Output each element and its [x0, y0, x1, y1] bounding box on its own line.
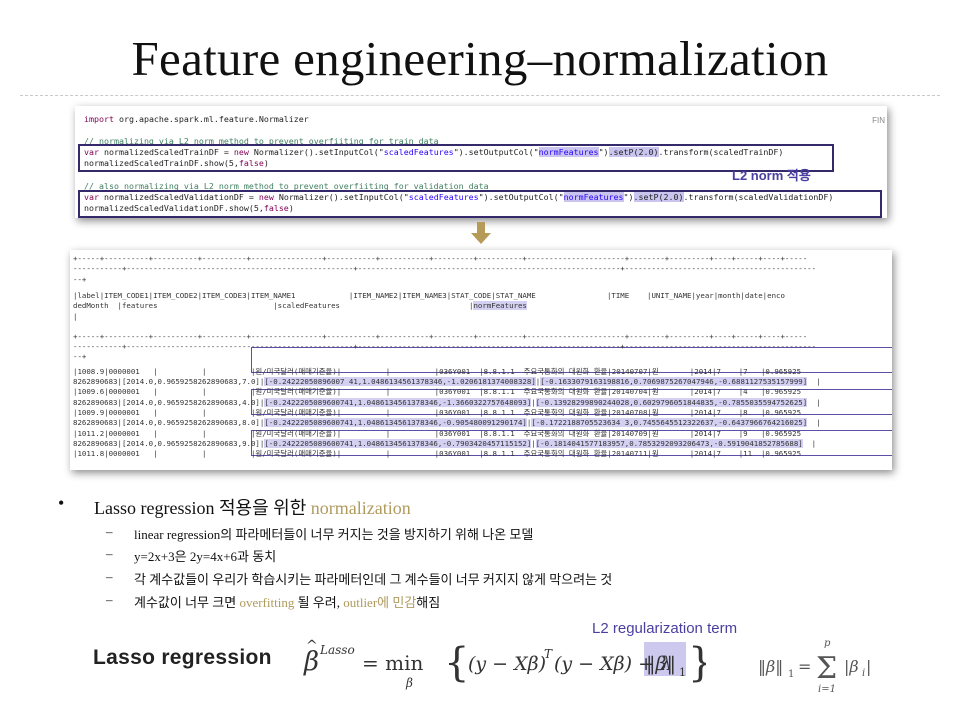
svg-text:=: = [798, 657, 811, 676]
svg-text:i: i [862, 668, 865, 679]
table-output-line: 8262890683|[2014.0,0.9659258262890683,8.… [73, 418, 821, 428]
outlier-accent: outlier에 민감 [343, 595, 417, 610]
table-output-line: --+ [73, 352, 87, 362]
table-output-line: | [73, 311, 78, 321]
code-line-import: import org.apache.spark.ml.feature.Norma… [84, 114, 309, 124]
main-bullet-accent: normalization [310, 498, 411, 518]
down-arrow-icon [471, 222, 491, 244]
sub-bullet-text: 해짐 [416, 595, 441, 610]
train-highlight-box [78, 144, 834, 172]
svg-text:= min: = min [362, 651, 423, 675]
sub-bullet-text: 각 계수값들이 우리가 학습시키는 파라메터인데 그 계수들이 너무 커지지 않… [134, 572, 613, 587]
l2-norm-annotation: L2 norm 적용 [732, 168, 811, 183]
table-output-line: +-----+----------+----------+----------+… [73, 331, 808, 341]
lasso-regression-label: Lasso regression [93, 646, 272, 669]
table-output-line: 8262890683|[2014.0,0.9659258262890683,9.… [73, 438, 817, 448]
table-output-line: -----------+----------------------------… [73, 264, 817, 274]
table-output-line: 8262890683|[2014.0,0.9659258262890683,7.… [73, 377, 821, 386]
overfitting-accent: overfitting [239, 595, 295, 610]
table-output-line: |1008.9|0000001 | | |원/미국달러(매매기준율)| | |0… [73, 366, 802, 376]
svg-text:(y − Xβ): (y − Xβ) [468, 653, 546, 675]
sub-bullet-text: 될 우려, [294, 595, 344, 610]
dash-icon: – [106, 546, 113, 561]
svg-text:‖β‖: ‖β‖ [758, 657, 783, 676]
svg-text:i=1: i=1 [818, 684, 836, 695]
dash-icon: – [106, 592, 113, 607]
table-output-line: +-----+----------+----------+----------+… [73, 254, 808, 263]
svg-text:T: T [544, 647, 553, 661]
svg-text:|β: |β [844, 657, 859, 676]
slide-title: Feature engineering–normalization [131, 31, 829, 86]
svg-text:Σ: Σ [816, 651, 837, 686]
l1-norm-formula: ‖β‖ 1 = Σ p i=1 |β i | [758, 638, 871, 695]
table-output-line: |1011.8|0000001 | | |원/미국달러(매매기준율)| | |0… [73, 449, 802, 459]
svg-text:}: } [688, 640, 706, 686]
sub-bullet-text: linear regression의 파라메터들이 너무 커지는 것을 방지하기… [134, 527, 534, 542]
dash-icon: – [106, 569, 113, 584]
table-output-line: |1011.2|0000001 | | |원/미국달러(매매기준율)| | |0… [73, 428, 802, 438]
main-bullet-text: Lasso regression 적용을 위한 [94, 498, 311, 518]
svg-text:p: p [824, 638, 831, 649]
svg-text:^: ^ [306, 638, 318, 654]
sub-bullet-text: 계수값이 너무 크면 [134, 595, 240, 610]
code-import-text: org.apache.spark.ml.feature.Normalizer [118, 114, 309, 124]
table-output-line: --+ [73, 274, 87, 284]
code-screenshot: import org.apache.spark.ml.feature.Norma… [75, 106, 887, 218]
lasso-formula: β ^ Lasso = min β { (y − Xβ) T (y − Xβ) … [303, 638, 706, 690]
svg-text:1: 1 [788, 669, 794, 680]
svg-text:1: 1 [679, 666, 686, 679]
table-output-line: -----------+----------------------------… [73, 342, 817, 352]
table-output-screenshot: +-----+----------+----------+----------+… [70, 250, 892, 470]
svg-text:|: | [866, 657, 871, 676]
title-divider [20, 95, 940, 96]
table-output-line: 8262890683|[2014.0,0.9659258262890683,4.… [73, 397, 821, 407]
table-output-line: |label|ITEM_CODE1|ITEM_CODE2|ITEM_CODE3|… [73, 290, 785, 300]
validation-highlight-box [78, 190, 882, 218]
table-output-line: |1009.6|0000001 | | |원/미국달러(매매기준율)| | |0… [73, 387, 802, 397]
svg-text:Lasso: Lasso [319, 643, 355, 657]
table-output-line: |1009.9|0000001 | | |원/미국달러(매매기준율)| | |0… [73, 407, 802, 417]
sub-bullet-text: y=2x+3은 2y=4x+6과 동치 [134, 549, 277, 564]
svg-text:‖β‖: ‖β‖ [646, 653, 676, 675]
svg-text:β: β [405, 676, 413, 690]
table-output-line: dedMonth |features |scaledFeatures |norm… [73, 301, 527, 311]
dash-icon: – [106, 524, 113, 539]
svg-text:{: { [444, 640, 469, 686]
bullet-dot-icon: • [58, 493, 65, 513]
code-corner-text: FIN [872, 116, 885, 125]
